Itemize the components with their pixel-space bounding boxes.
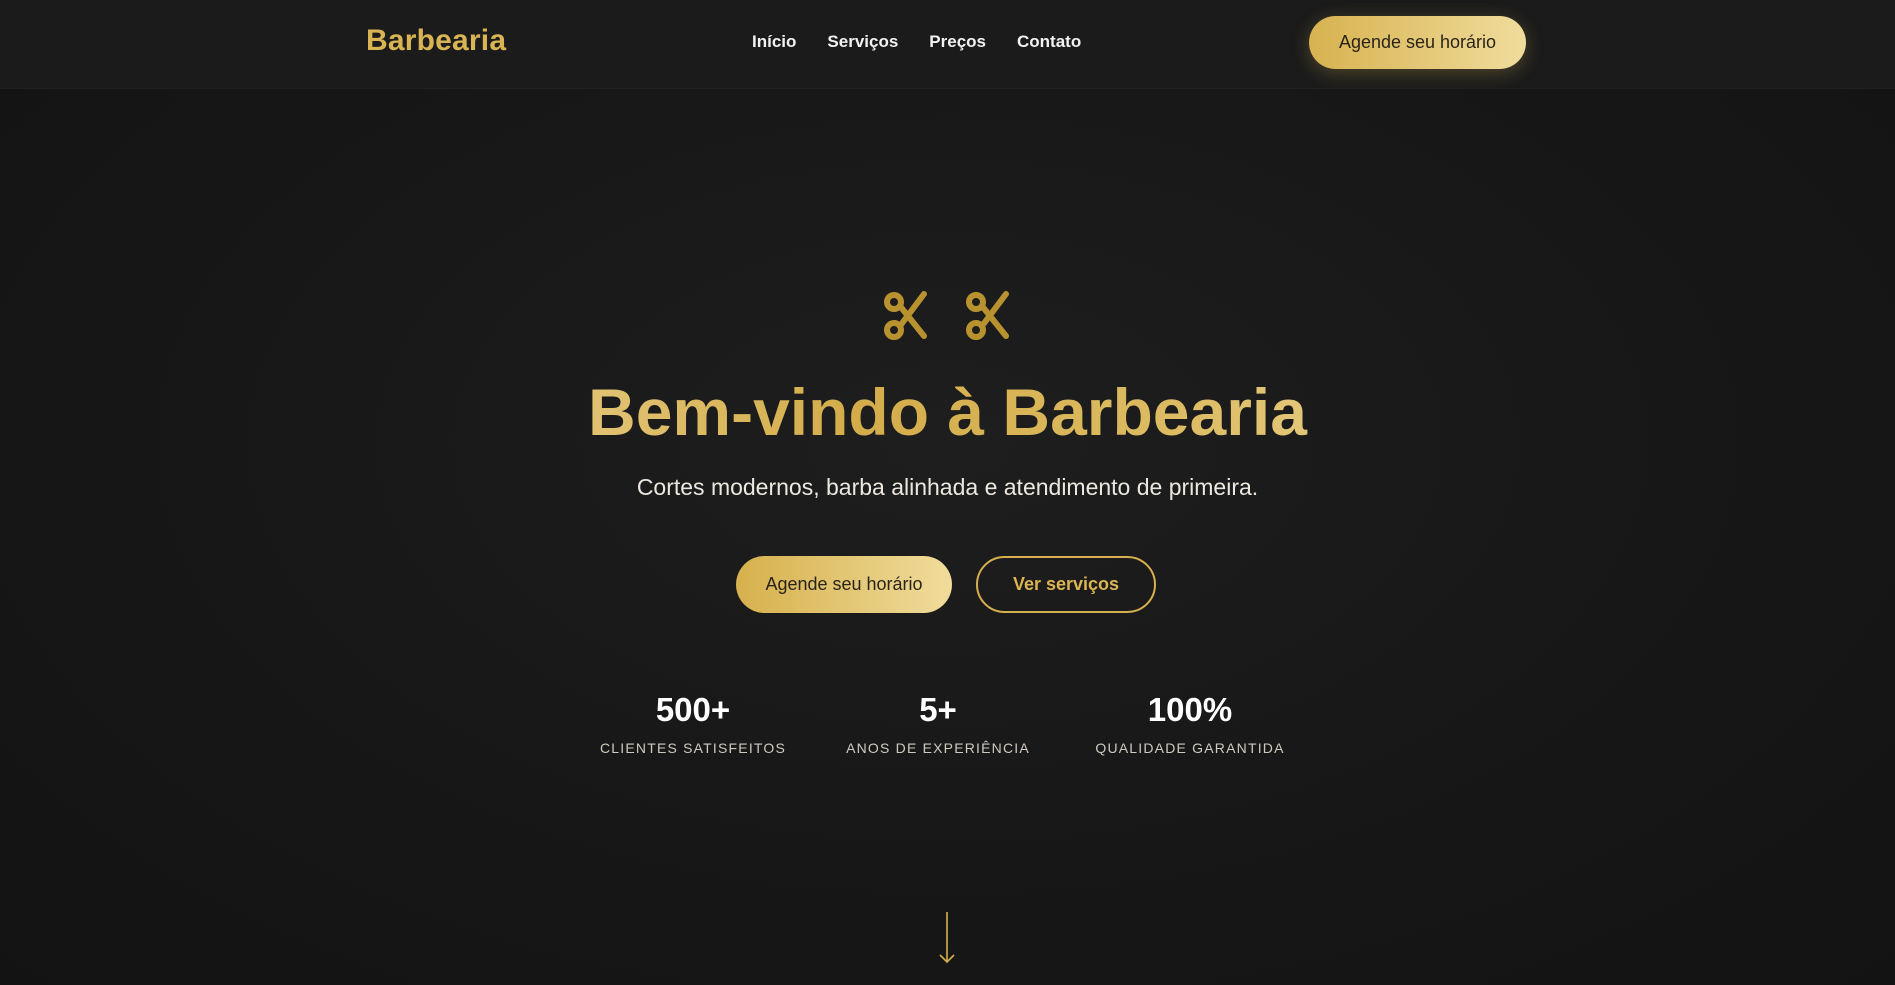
stat-quality: 100% QUALIDADE GARANTIDA [1095,690,1284,756]
logo[interactable]: Barbearia [366,24,506,58]
page: Barbearia Início Serviços Preços Contato… [0,0,1895,985]
site-header: Barbearia Início Serviços Preços Contato… [0,0,1895,89]
nav-link-servicos[interactable]: Serviços [827,32,898,52]
stat-value: 100% [1147,691,1233,728]
nav-link-inicio[interactable]: Início [752,32,796,52]
main-nav: Início Serviços Preços Contato [752,32,1081,52]
header-book-button[interactable]: Agende seu horário [1309,16,1526,69]
scissors-icon [884,291,927,340]
hero-subtitle: Cortes modernos, barba alinhada e atendi… [636,474,1259,500]
scissors-icon [966,291,1009,340]
arrow-down-icon[interactable] [937,912,957,966]
stat-value: 500+ [655,691,731,728]
book-appointment-button[interactable]: Agende seu horário [736,556,952,613]
stat-years: 5+ ANOS DE EXPERIÊNCIA [846,690,1030,756]
view-services-button[interactable]: Ver serviços [976,556,1156,613]
stat-clients: 500+ CLIENTES SATISFEITOS [600,690,786,756]
scissors-icons [884,291,1009,340]
nav-link-precos[interactable]: Preços [929,32,986,52]
nav-link-contato[interactable]: Contato [1017,32,1081,52]
stat-value: 5+ [919,691,957,728]
stat-label: CLIENTES SATISFEITOS [599,740,787,756]
stat-label: ANOS DE EXPERIÊNCIA [846,740,1030,756]
stat-label: QUALIDADE GARANTIDA [1095,740,1285,756]
hero-title: Bem-vindo à Barbearia [0,370,1895,454]
